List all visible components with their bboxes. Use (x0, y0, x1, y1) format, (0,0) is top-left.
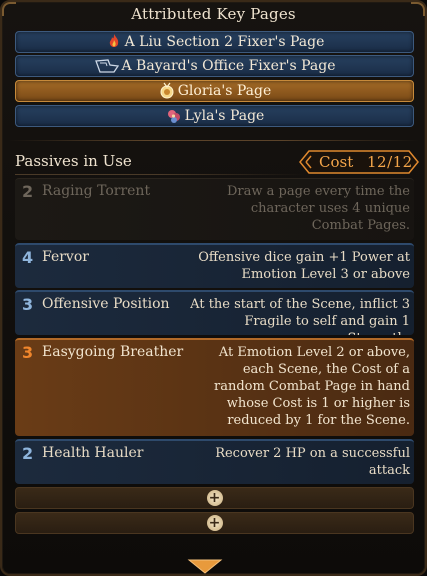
passive-cost: 4 (22, 248, 34, 267)
plus-icon[interactable]: + (206, 515, 223, 531)
key-page-row[interactable]: A Liu Section 2 Fixer's Page (15, 31, 414, 53)
passive-description: Offensive dice gain +1 Power at Emotion … (198, 250, 410, 282)
section-divider (8, 140, 419, 141)
passive-row[interactable]: 4 Fervor Offensive dice gain +1 Power at… (15, 243, 414, 288)
passive-cost: 3 (22, 343, 34, 362)
passive-row[interactable]: 2 Raging Torrent Draw a page every time … (15, 178, 414, 240)
header-underline (15, 174, 305, 175)
banner-emblem-icon (94, 59, 119, 73)
key-page-row[interactable]: Lyla's Page (15, 105, 414, 127)
key-page-label: A Liu Section 2 Fixer's Page (124, 34, 325, 50)
passive-name: Fervor (42, 249, 89, 265)
passive-description: At the start of the Scene, inflict 3 Fra… (190, 297, 410, 335)
medal-emblem-icon (160, 82, 174, 99)
passive-row-selected[interactable]: 3 Easygoing Breather At Emotion Level 2 … (15, 338, 414, 436)
passive-row[interactable]: 3 Offensive Position At the start of the… (15, 290, 414, 335)
empty-passive-slot[interactable]: + (15, 512, 414, 534)
passives-title: Passives in Use (15, 152, 132, 170)
passive-cost: 2 (22, 182, 34, 201)
cost-badge: Cost 12/12 (297, 149, 419, 175)
flower-emblem-icon (167, 110, 180, 123)
passive-name: Offensive Position (42, 296, 170, 312)
key-page-label: Lyla's Page (184, 108, 265, 124)
passive-cost: 3 (22, 295, 34, 314)
key-page-row[interactable]: A Bayard's Office Fixer's Page (15, 55, 414, 77)
passive-name: Easygoing Breather (42, 344, 184, 360)
passive-name: Raging Torrent (42, 183, 151, 199)
chevron-down-icon[interactable] (187, 558, 223, 574)
empty-passive-slot[interactable]: + (15, 487, 414, 509)
passive-description: Recover 2 HP on a successful attack (215, 446, 410, 478)
passive-description: Draw a page every time the character use… (227, 184, 410, 233)
key-page-row-selected[interactable]: Gloria's Page (15, 80, 414, 102)
passive-description: At Emotion Level 2 or above, each Scene,… (213, 345, 410, 428)
passive-cost: 2 (22, 444, 34, 463)
flame-emblem-icon (109, 34, 118, 47)
plus-icon[interactable]: + (206, 490, 223, 506)
cost-label: Cost (319, 153, 354, 171)
key-page-label: A Bayard's Office Fixer's Page (121, 58, 336, 74)
passive-name: Health Hauler (42, 445, 144, 461)
key-pages-title: Attributed Key Pages (131, 5, 296, 23)
key-page-label: Gloria's Page (177, 83, 272, 99)
passive-row[interactable]: 2 Health Hauler Recover 2 HP on a succes… (15, 439, 414, 484)
cost-value: 12/12 (367, 153, 413, 171)
